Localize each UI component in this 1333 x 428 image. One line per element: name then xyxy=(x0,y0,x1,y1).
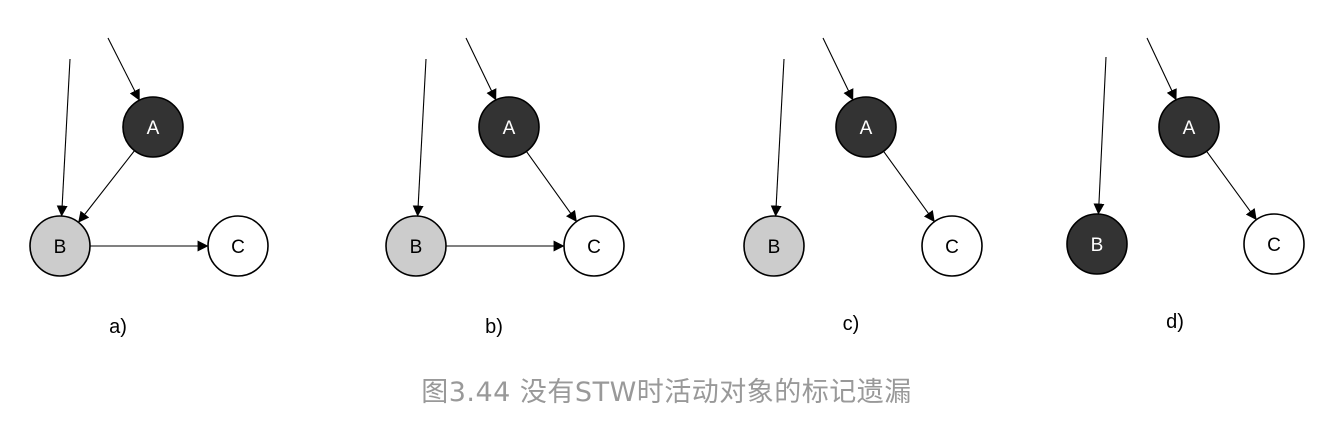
panel-b-edge-root-to-a xyxy=(465,37,497,101)
panel-b-label: b) xyxy=(485,316,503,338)
panel-c-node-c: C xyxy=(921,215,983,277)
panel-c-label: c) xyxy=(843,313,860,335)
node-label: B xyxy=(410,237,423,258)
panel-d-label: d) xyxy=(1166,311,1184,333)
panel-b-node-a: A xyxy=(478,96,540,158)
nodes-layer: A B C A B C A B C A B C xyxy=(29,96,1305,277)
panel-d-edge-root-to-b xyxy=(1093,56,1107,215)
node-label: B xyxy=(768,237,781,258)
panel-a-edge-root-to-a xyxy=(107,37,140,101)
node-label: A xyxy=(147,118,160,139)
panel-c-node-a: A xyxy=(835,96,897,158)
panel-d-node-b: B xyxy=(1066,213,1128,275)
node-label: C xyxy=(587,237,601,258)
panel-b-edge-root-to-b xyxy=(412,58,427,217)
panel-a-node-a: A xyxy=(122,96,184,158)
panel-a-edge-root-to-b xyxy=(56,58,71,217)
edges-layer xyxy=(56,37,1257,252)
panel-c-node-b: B xyxy=(743,215,805,277)
node-label: C xyxy=(231,237,245,258)
node-label: C xyxy=(945,237,959,258)
node-label: C xyxy=(1267,235,1281,256)
panel-a-label: a) xyxy=(109,316,127,338)
panel-a-edge-a-to-b xyxy=(78,150,135,223)
node-label: A xyxy=(860,118,873,139)
gc-marking-diagram: A B C A B C A B C A B C a) b) c) d) xyxy=(29,37,1305,338)
panel-c-edge-root-to-a xyxy=(822,37,854,101)
panel-d-node-c: C xyxy=(1243,213,1305,275)
node-label: A xyxy=(1183,118,1196,139)
panel-d-edge-a-to-c xyxy=(1206,150,1257,221)
figure-caption: 图3.44 没有STW时活动对象的标记遗漏 xyxy=(421,377,912,408)
panel-a-node-b: B xyxy=(29,215,91,277)
panel-c-edge-root-to-b xyxy=(770,58,785,217)
panel-b-node-c: C xyxy=(563,215,625,277)
panel-b-node-b: B xyxy=(385,215,447,277)
panel-labels-layer: a) b) c) d) xyxy=(109,311,1184,338)
node-label: B xyxy=(1091,235,1104,256)
panel-d-edge-root-to-a xyxy=(1146,37,1177,101)
panel-c-edge-a-to-c xyxy=(883,150,935,223)
panel-a-node-c: C xyxy=(207,215,269,277)
node-label: A xyxy=(503,118,516,139)
panel-d-node-a: A xyxy=(1158,96,1220,158)
node-label: B xyxy=(54,237,67,258)
panel-b-edge-a-to-c xyxy=(525,151,578,223)
